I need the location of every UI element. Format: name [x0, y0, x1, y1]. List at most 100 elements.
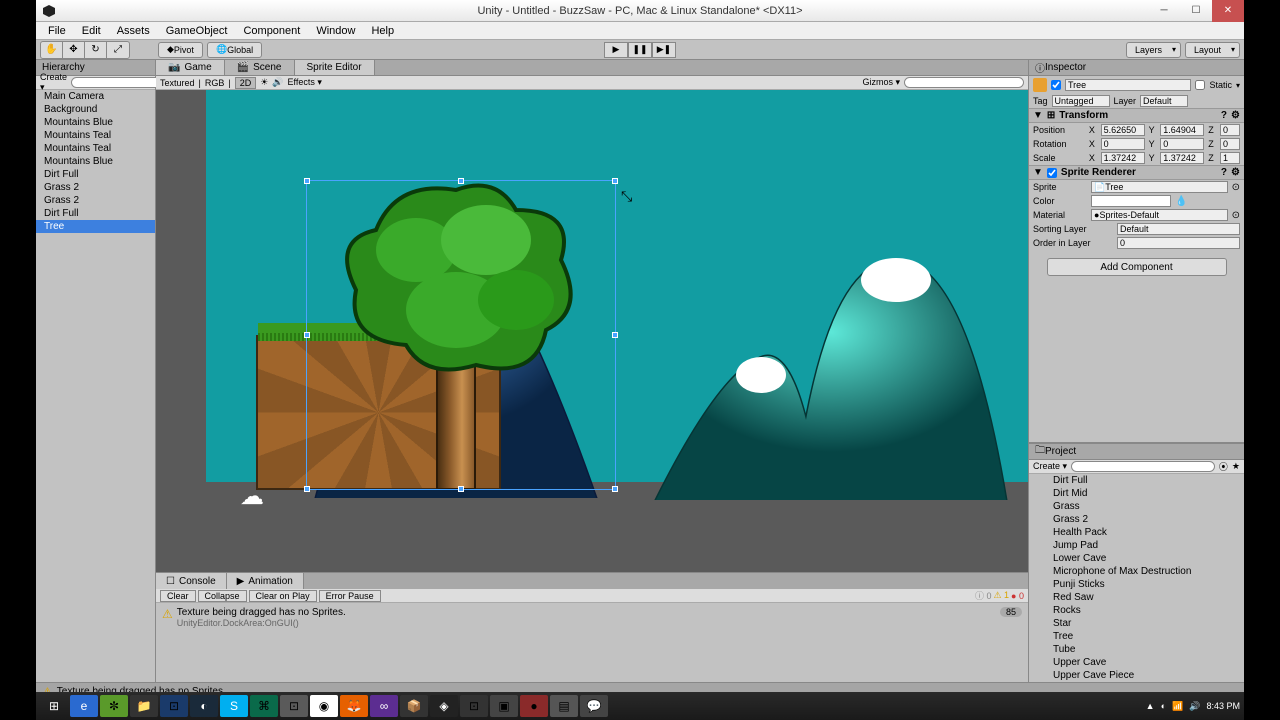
order-in-layer-field[interactable]: [1117, 237, 1240, 249]
help-icon[interactable]: ?: [1221, 167, 1227, 178]
rotation-z-field[interactable]: [1220, 138, 1240, 150]
hierarchy-item[interactable]: Dirt Full: [36, 207, 155, 220]
minimize-button[interactable]: ─: [1148, 0, 1180, 22]
taskbar-app[interactable]: ▣: [490, 695, 518, 717]
menu-gameobject[interactable]: GameObject: [158, 25, 236, 37]
taskbar-app-skype[interactable]: S: [220, 695, 248, 717]
position-x-field[interactable]: [1101, 124, 1145, 136]
scene-search[interactable]: [904, 77, 1024, 88]
project-item[interactable]: Grass: [1053, 500, 1244, 513]
hierarchy-item[interactable]: Mountains Teal: [36, 142, 155, 155]
hierarchy-item[interactable]: Mountains Blue: [36, 116, 155, 129]
menu-component[interactable]: Component: [235, 25, 308, 37]
tray-network-icon[interactable]: 📶: [1172, 701, 1183, 712]
menu-help[interactable]: Help: [363, 25, 402, 37]
scene-view[interactable]: ⤡ ☁: [156, 90, 1028, 572]
taskbar-app-unity[interactable]: ◈: [430, 695, 458, 717]
tray-volume-icon[interactable]: 🔊: [1189, 701, 1200, 712]
taskbar-app[interactable]: 📦: [400, 695, 428, 717]
close-button[interactable]: ✕: [1212, 0, 1244, 22]
pause-button[interactable]: ❚❚: [628, 42, 652, 58]
taskbar-app[interactable]: ✼: [100, 695, 128, 717]
project-create-dropdown[interactable]: Create ▾: [1033, 461, 1067, 472]
rotate-tool-icon[interactable]: ↻: [85, 42, 107, 58]
console-error-pause-button[interactable]: Error Pause: [319, 590, 381, 602]
position-y-field[interactable]: [1160, 124, 1204, 136]
rotation-x-field[interactable]: [1101, 138, 1145, 150]
tray-up-icon[interactable]: ▲: [1146, 701, 1155, 711]
taskbar-app-firefox[interactable]: 🦊: [340, 695, 368, 717]
hierarchy-item[interactable]: Tree: [36, 220, 155, 233]
project-item[interactable]: Rocks: [1053, 604, 1244, 617]
scale-z-field[interactable]: [1220, 152, 1240, 164]
hierarchy-item[interactable]: Grass 2: [36, 181, 155, 194]
project-item[interactable]: Lower Cave: [1053, 552, 1244, 565]
project-item[interactable]: Dirt Mid: [1053, 487, 1244, 500]
position-z-field[interactable]: [1220, 124, 1240, 136]
taskbar-app[interactable]: 💬: [580, 695, 608, 717]
tray-icon[interactable]: ◐: [1161, 701, 1166, 711]
start-button[interactable]: ⊞: [40, 695, 68, 717]
taskbar-app[interactable]: ⌘: [250, 695, 278, 717]
shading-dropdown[interactable]: Textured: [160, 78, 195, 88]
menu-assets[interactable]: Assets: [109, 25, 158, 37]
game-tab[interactable]: 📷 Game: [156, 60, 225, 75]
rgb-dropdown[interactable]: RGB: [205, 78, 225, 88]
tray-clock[interactable]: 8:43 PM: [1206, 701, 1240, 711]
menu-edit[interactable]: Edit: [74, 25, 109, 37]
project-item[interactable]: Red Saw: [1053, 591, 1244, 604]
scale-y-field[interactable]: [1160, 152, 1204, 164]
global-toggle[interactable]: 🌐 Global: [207, 42, 262, 58]
taskbar-app[interactable]: ⊡: [280, 695, 308, 717]
taskbar-app-steam[interactable]: ◐: [190, 695, 218, 717]
step-button[interactable]: ▶❚: [652, 42, 676, 58]
animation-tab[interactable]: ▶ Animation: [227, 573, 304, 589]
layer-dropdown[interactable]: Default: [1140, 95, 1188, 107]
sprite-renderer-header[interactable]: ▼ Sprite Renderer ? ⚙: [1029, 165, 1244, 180]
hierarchy-item[interactable]: Mountains Teal: [36, 129, 155, 142]
static-checkbox[interactable]: [1195, 80, 1205, 90]
eyedropper-icon[interactable]: 💧: [1175, 196, 1187, 207]
sorting-layer-dropdown[interactable]: Default: [1117, 223, 1240, 235]
menu-file[interactable]: File: [40, 25, 74, 37]
effects-dropdown[interactable]: Effects ▾: [288, 77, 322, 88]
taskbar-app-ie[interactable]: e: [70, 695, 98, 717]
project-tab[interactable]: 🗀 Project: [1029, 444, 1244, 460]
play-button[interactable]: ▶: [604, 42, 628, 58]
project-item[interactable]: Punji Sticks: [1053, 578, 1244, 591]
hierarchy-item[interactable]: Dirt Full: [36, 168, 155, 181]
rotation-y-field[interactable]: [1160, 138, 1204, 150]
scene-tab[interactable]: 🎬 Scene: [225, 60, 295, 75]
project-item[interactable]: Star: [1053, 617, 1244, 630]
project-item[interactable]: Upper Cave Piece: [1053, 669, 1244, 682]
error-count-icon[interactable]: ● 0: [1011, 591, 1024, 601]
info-count-icon[interactable]: ⓘ 0: [975, 589, 992, 602]
hierarchy-item[interactable]: Mountains Blue: [36, 155, 155, 168]
maximize-button[interactable]: ☐: [1180, 0, 1212, 22]
project-item[interactable]: Grass 2: [1053, 513, 1244, 526]
project-item[interactable]: Microphone of Max Destruction: [1053, 565, 1244, 578]
menu-window[interactable]: Window: [308, 25, 363, 37]
taskbar-app-chrome[interactable]: ◉: [310, 695, 338, 717]
sprite-field[interactable]: 📄Tree: [1091, 181, 1228, 193]
hierarchy-item[interactable]: Grass 2: [36, 194, 155, 207]
hierarchy-item[interactable]: Main Camera: [36, 90, 155, 103]
add-component-button[interactable]: Add Component: [1047, 258, 1227, 276]
taskbar-app[interactable]: 📁: [130, 695, 158, 717]
console-clear-button[interactable]: Clear: [160, 590, 196, 602]
2d-toggle[interactable]: 2D: [235, 77, 257, 89]
taskbar-app[interactable]: ▤: [550, 695, 578, 717]
hand-tool-icon[interactable]: ✋: [41, 42, 63, 58]
hierarchy-item[interactable]: Background: [36, 103, 155, 116]
static-dropdown-icon[interactable]: ▾: [1236, 81, 1240, 90]
help-icon[interactable]: ?: [1221, 110, 1227, 121]
console-tab[interactable]: ☐ Console: [156, 573, 227, 589]
taskbar-app[interactable]: ⊡: [160, 695, 188, 717]
pivot-toggle[interactable]: ◆ Pivot: [158, 42, 203, 58]
object-name-field[interactable]: [1065, 79, 1191, 91]
material-field[interactable]: ●Sprites-Default: [1091, 209, 1228, 221]
project-item[interactable]: Tube: [1053, 643, 1244, 656]
inspector-tab[interactable]: ⓘ Inspector: [1029, 60, 1244, 76]
project-item[interactable]: Tree: [1053, 630, 1244, 643]
console-clear-on-play-button[interactable]: Clear on Play: [249, 590, 317, 602]
